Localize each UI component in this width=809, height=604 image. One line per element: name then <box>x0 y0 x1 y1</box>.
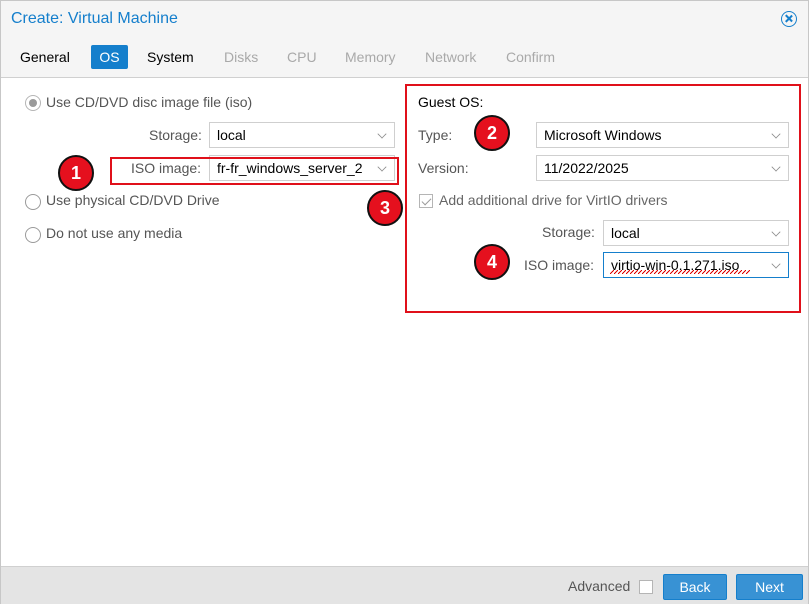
os-type-select[interactable]: Microsoft Windows <box>536 122 789 148</box>
iso-radio-label[interactable]: Use CD/DVD disc image file (iso) <box>46 94 252 110</box>
storage-value: local <box>217 127 246 143</box>
highlight-box-1 <box>110 157 399 185</box>
os-version-value: 11/2022/2025 <box>544 160 629 176</box>
title-bar: Create: Virtual Machine <box>1 1 808 39</box>
create-vm-dialog: Create: Virtual Machine General OS Syste… <box>0 0 809 604</box>
virtio-storage-label: Storage: <box>542 224 595 240</box>
chevron-down-icon[interactable] <box>771 129 781 139</box>
chevron-down-icon[interactable] <box>771 259 781 269</box>
tab-general[interactable]: General <box>12 45 78 69</box>
tab-confirm: Confirm <box>506 49 556 65</box>
os-type-value: Microsoft Windows <box>544 127 662 143</box>
chevron-down-icon[interactable] <box>771 227 781 237</box>
virtio-storage-select[interactable]: local <box>603 220 789 246</box>
marker-2: 2 <box>474 115 510 151</box>
virtio-iso-label: ISO image: <box>524 257 595 273</box>
chevron-down-icon[interactable] <box>771 162 781 172</box>
spellcheck-underline <box>610 270 750 274</box>
type-label: Type: <box>418 127 453 143</box>
marker-1: 1 <box>58 155 94 191</box>
storage-label: Storage: <box>149 127 202 143</box>
virtio-checkbox-label[interactable]: Add additional drive for VirtIO drivers <box>439 192 668 208</box>
physical-drive-radio[interactable] <box>25 194 41 210</box>
advanced-label[interactable]: Advanced <box>568 578 630 594</box>
physical-drive-label[interactable]: Use physical CD/DVD Drive <box>46 192 219 208</box>
virtio-iso-select[interactable]: virtio-win-0.1.271.iso <box>603 252 789 278</box>
guest-os-heading: Guest OS: <box>418 94 484 110</box>
tab-system[interactable]: System <box>139 45 202 69</box>
close-icon[interactable] <box>781 11 797 27</box>
no-media-radio[interactable] <box>25 227 41 243</box>
chevron-down-icon[interactable] <box>377 129 387 139</box>
version-label: Version: <box>418 160 469 176</box>
storage-select[interactable]: local <box>209 122 395 148</box>
virtio-storage-value: local <box>611 225 640 241</box>
dialog-title: Create: Virtual Machine <box>11 10 178 27</box>
tab-os[interactable]: OS <box>91 45 128 69</box>
marker-4: 4 <box>474 244 510 280</box>
tab-bar: General OS System Disks CPU Memory Netwo… <box>1 39 808 78</box>
os-version-select[interactable]: 11/2022/2025 <box>536 155 789 181</box>
tab-disks: Disks <box>224 49 259 65</box>
tab-memory: Memory <box>345 49 396 65</box>
iso-radio[interactable] <box>25 95 41 111</box>
tab-cpu: CPU <box>287 49 317 65</box>
no-media-label[interactable]: Do not use any media <box>46 225 182 241</box>
advanced-checkbox[interactable] <box>639 580 653 594</box>
back-button[interactable]: Back <box>663 574 727 600</box>
dialog-footer: Advanced Back Next <box>1 566 808 604</box>
next-button[interactable]: Next <box>736 574 803 600</box>
marker-3: 3 <box>367 190 403 226</box>
tab-network: Network <box>425 49 477 65</box>
virtio-checkbox[interactable] <box>419 194 433 208</box>
